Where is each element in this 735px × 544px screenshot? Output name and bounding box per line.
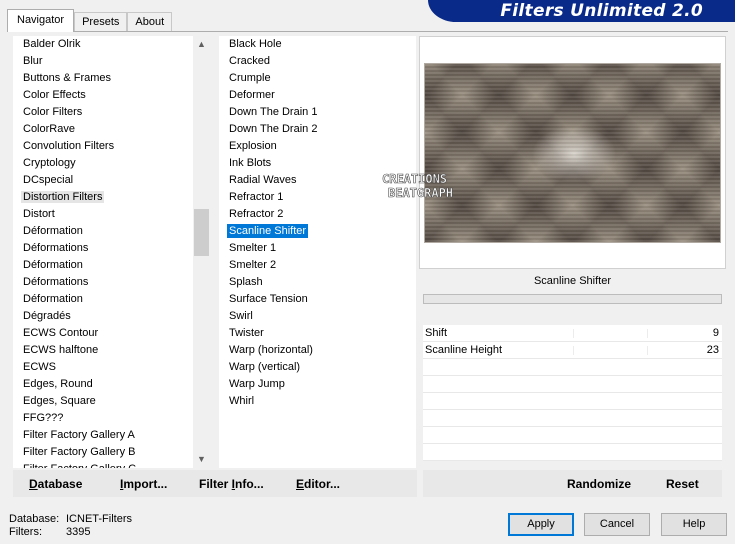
tab-navigator[interactable]: Navigator <box>7 9 75 32</box>
filters-count-value: 3395 <box>66 526 91 538</box>
category-item[interactable]: Color Effects <box>13 87 193 104</box>
filter-item[interactable]: Cracked <box>219 53 416 70</box>
database-label: Database: <box>9 513 60 525</box>
watermark-logo: CREATIONS BEATGRAPH <box>360 172 453 200</box>
watermark-line2: BEATGRAPH <box>388 186 453 200</box>
category-item[interactable]: Edges, Square <box>13 393 193 410</box>
param-value: 23 <box>706 344 719 356</box>
filter-item[interactable]: Down The Drain 2 <box>219 121 416 138</box>
status-area: Database: ICNET-Filters Filters: 3395 <box>9 513 132 539</box>
category-items: Balder Olrik Blur Buttons & Frames Color Ef… <box>13 36 193 468</box>
filter-item[interactable]: Twister <box>219 325 416 342</box>
param-row-scanline-height[interactable]: Scanline Height 23 <box>423 342 722 359</box>
filter-item[interactable]: Warp Jump <box>219 376 416 393</box>
cancel-button[interactable]: Cancel <box>584 513 650 536</box>
filter-item[interactable]: Black Hole <box>219 36 416 53</box>
apply-button[interactable]: Apply <box>508 513 574 536</box>
progress-bar <box>423 294 722 304</box>
param-row-empty <box>423 376 722 393</box>
tab-divider <box>7 31 728 32</box>
randomize-button[interactable]: Randomize <box>567 477 631 491</box>
param-name: Scanline Height <box>425 344 503 356</box>
filter-item[interactable]: Swirl <box>219 308 416 325</box>
category-item[interactable]: Distort <box>13 206 193 223</box>
category-item[interactable]: Filter Factory Gallery B <box>13 444 193 461</box>
category-item[interactable]: ECWS <box>13 359 193 376</box>
param-row-empty <box>423 393 722 410</box>
category-item[interactable]: Déformations <box>13 240 193 257</box>
app-title: Filters Unlimited 2.0 <box>500 1 703 21</box>
category-item[interactable]: Edges, Round <box>13 376 193 393</box>
category-item[interactable]: Déformations <box>13 274 193 291</box>
category-item[interactable]: Déformation <box>13 291 193 308</box>
category-item[interactable]: Déformation <box>13 257 193 274</box>
right-button-bar: Randomize Reset <box>423 470 722 497</box>
editor-button[interactable]: Editor... <box>296 477 340 491</box>
tab-presets[interactable]: Presets <box>74 12 128 32</box>
param-row-empty <box>423 410 722 427</box>
param-value: 9 <box>712 327 719 339</box>
category-item[interactable]: FFG??? <box>13 410 193 427</box>
help-button[interactable]: Help <box>661 513 727 536</box>
database-button[interactable]: Database <box>29 477 82 491</box>
filter-name-label: Scanline Shifter <box>423 270 722 292</box>
category-item[interactable]: Dégradés <box>13 308 193 325</box>
category-item[interactable]: Distortion Filters <box>13 189 193 206</box>
category-item[interactable]: Cryptology <box>13 155 193 172</box>
parameter-list: Shift 9 Scanline Height 23 <box>423 325 722 461</box>
param-name: Shift <box>425 327 448 339</box>
category-item[interactable]: Filter Factory Gallery C <box>13 461 193 468</box>
tab-strip: Navigator Presets About <box>7 9 173 32</box>
filter-item[interactable]: Refractor 2 <box>219 206 416 223</box>
filter-item[interactable]: Crumple <box>219 70 416 87</box>
filter-info-button[interactable]: Filter Info... <box>199 477 264 491</box>
filter-item[interactable]: Surface Tension <box>219 291 416 308</box>
title-banner: Filters Unlimited 2.0 <box>428 0 735 22</box>
preview-image <box>424 63 721 243</box>
category-item[interactable]: Blur <box>13 53 193 70</box>
category-list[interactable]: Balder Olrik Blur Buttons & Frames Color Ef… <box>13 36 210 468</box>
param-row-empty <box>423 359 722 376</box>
category-item[interactable]: ECWS Contour <box>13 325 193 342</box>
category-scrollbar[interactable]: ▲ ▼ <box>193 36 210 468</box>
tab-about[interactable]: About <box>127 12 173 32</box>
filter-item[interactable]: Explosion <box>219 138 416 155</box>
category-item[interactable]: DCspecial <box>13 172 193 189</box>
left-button-bar: Database Import... Filter Info... Editor… <box>13 470 417 497</box>
param-row-empty <box>423 444 722 461</box>
import-button[interactable]: Import... <box>120 477 167 491</box>
scroll-thumb[interactable] <box>194 209 209 256</box>
watermark-line1: CREATIONS <box>382 172 447 186</box>
filter-item[interactable]: Whirl <box>219 393 416 410</box>
filter-item[interactable]: Splash <box>219 274 416 291</box>
category-item[interactable]: Déformation <box>13 223 193 240</box>
filter-item[interactable]: Warp (horizontal) <box>219 342 416 359</box>
param-row-shift[interactable]: Shift 9 <box>423 325 722 342</box>
database-value: ICNET-Filters <box>66 513 132 525</box>
scroll-down-icon[interactable]: ▼ <box>193 451 210 468</box>
filter-item[interactable]: Scanline Shifter <box>219 223 416 240</box>
filter-item[interactable]: Smelter 1 <box>219 240 416 257</box>
filter-item[interactable]: Down The Drain 1 <box>219 104 416 121</box>
category-item[interactable]: Color Filters <box>13 104 193 121</box>
category-item[interactable]: Balder Olrik <box>13 36 193 53</box>
category-item[interactable]: ColorRave <box>13 121 193 138</box>
filter-item[interactable]: Deformer <box>219 87 416 104</box>
scroll-up-icon[interactable]: ▲ <box>193 36 210 53</box>
filter-item[interactable]: Smelter 2 <box>219 257 416 274</box>
category-item[interactable]: ECWS halftone <box>13 342 193 359</box>
category-item[interactable]: Convolution Filters <box>13 138 193 155</box>
filter-item[interactable]: Warp (vertical) <box>219 359 416 376</box>
category-item[interactable]: Filter Factory Gallery A <box>13 427 193 444</box>
filters-count-label: Filters: <box>9 526 42 538</box>
category-item[interactable]: Buttons & Frames <box>13 70 193 87</box>
reset-button[interactable]: Reset <box>666 477 699 491</box>
param-row-empty <box>423 427 722 444</box>
filter-list[interactable]: Black Hole Cracked Crumple Deformer Down The… <box>219 36 416 468</box>
